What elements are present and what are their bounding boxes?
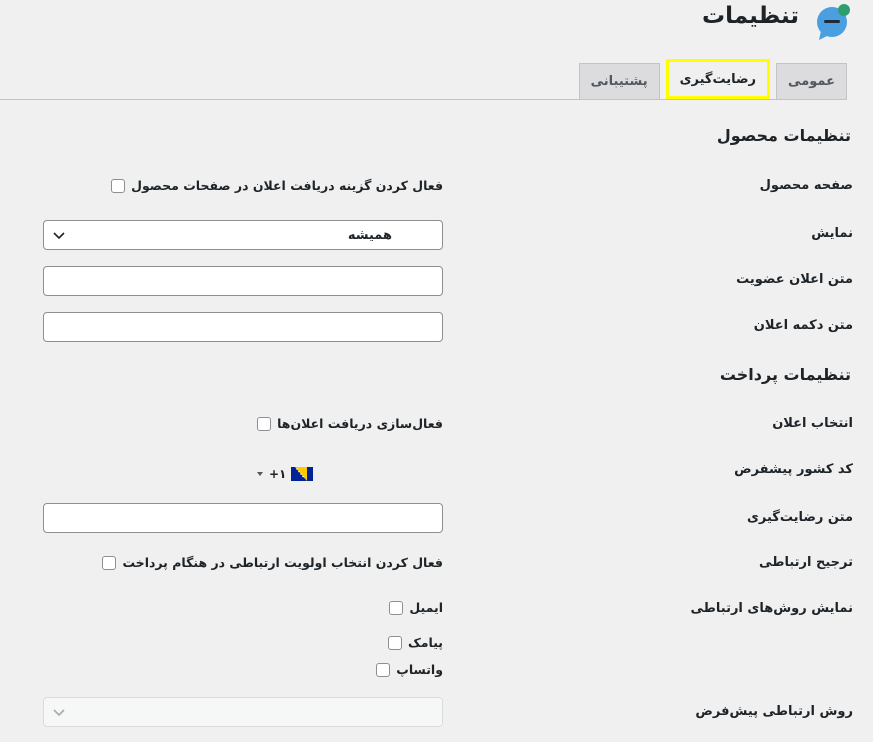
contact-pref-checkbox-label: فعال کردن انتخاب اولویت ارتباطی در هنگام… — [122, 555, 443, 570]
product-page-label: صفحه محصول — [759, 178, 853, 193]
sms-checkbox[interactable] — [387, 635, 402, 650]
display-select-value: همیشه — [347, 227, 392, 243]
satisfaction-text-input[interactable] — [43, 503, 443, 533]
default-method-label: روش ارتباطی پیش‌فرض — [695, 704, 853, 719]
contact-pref-label: ترجیح ارتباطی — [759, 555, 853, 570]
whatsapp-checkbox-label: واتساپ — [396, 662, 443, 677]
notify-choice-checkbox[interactable] — [257, 416, 272, 431]
button-text-input[interactable] — [43, 312, 443, 342]
tab-satisfaction[interactable]: رضایت‌گیری — [665, 59, 771, 99]
section-title-product: تنظیمات محصول — [716, 126, 851, 145]
country-code-picker[interactable]: +۱ — [256, 467, 314, 481]
product-page-checkbox-label: فعال کردن گزینه دریافت اعلان در صفحات مح… — [131, 178, 443, 193]
tab-general[interactable]: عمومی — [776, 63, 847, 99]
contact-method-email[interactable]: ایمیل — [389, 600, 443, 615]
tab-support[interactable]: پشتیبانی — [578, 63, 660, 99]
tabs-divider — [0, 99, 847, 100]
email-checkbox-label: ایمیل — [409, 600, 443, 615]
membership-text-input[interactable] — [43, 266, 443, 296]
caret-down-icon — [257, 472, 263, 476]
membership-text-label: متن اعلان عضویت — [736, 272, 853, 287]
tab-bar: عمومی رضایت‌گیری پشتیبانی — [578, 59, 847, 100]
chevron-down-icon — [53, 232, 65, 240]
display-select[interactable]: همیشه — [43, 220, 443, 250]
header: تنظیمات — [0, 0, 873, 46]
button-text-label: متن دکمه اعلان — [753, 318, 853, 333]
page-title: تنظیمات — [702, 3, 799, 29]
contact-methods-label: نمایش روش‌های ارتباطی — [690, 601, 853, 616]
contact-method-whatsapp[interactable]: واتساپ — [376, 662, 443, 677]
chevron-down-icon — [53, 709, 65, 717]
section-title-payment: تنظیمات پرداخت — [719, 365, 851, 384]
contact-method-sms[interactable]: پیامک — [387, 635, 443, 650]
notify-choice-option[interactable]: فعال‌سازی دریافت اعلان‌ها — [257, 416, 443, 431]
product-page-checkbox[interactable] — [111, 178, 126, 193]
default-method-select[interactable] — [43, 697, 443, 727]
display-label: نمایش — [811, 226, 853, 241]
country-code-value: +۱ — [269, 467, 287, 481]
chat-bubble-icon — [817, 4, 850, 40]
flag-icon — [291, 467, 314, 481]
notify-choice-label: انتخاب اعلان — [772, 416, 853, 431]
whatsapp-checkbox[interactable] — [376, 662, 391, 677]
sms-checkbox-label: پیامک — [407, 635, 443, 650]
notify-choice-checkbox-label: فعال‌سازی دریافت اعلان‌ها — [277, 416, 443, 431]
contact-pref-checkbox[interactable] — [102, 555, 117, 570]
email-checkbox[interactable] — [389, 600, 404, 615]
satisfaction-text-label: متن رضایت‌گیری — [746, 510, 853, 525]
contact-pref-option[interactable]: فعال کردن انتخاب اولویت ارتباطی در هنگام… — [102, 555, 443, 570]
product-page-option[interactable]: فعال کردن گزینه دریافت اعلان در صفحات مح… — [111, 178, 443, 193]
country-code-label: کد کشور پیشفرض — [734, 462, 853, 477]
